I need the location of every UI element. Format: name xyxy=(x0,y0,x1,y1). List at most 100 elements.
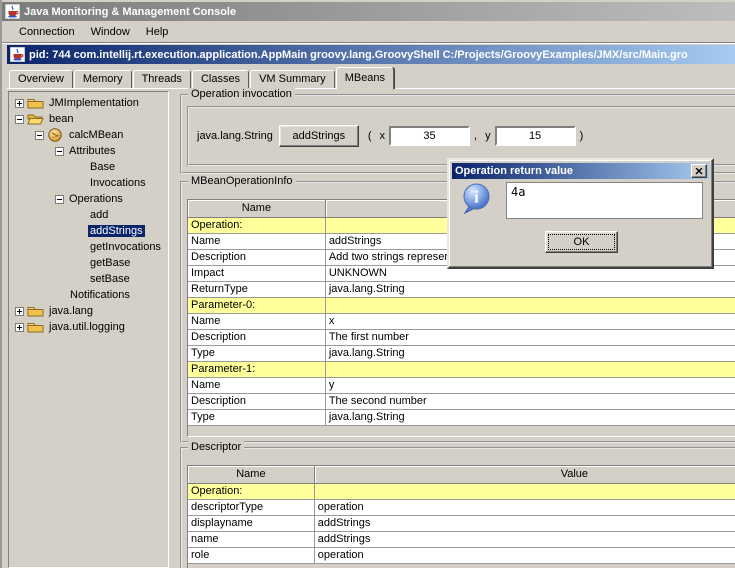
cell-value[interactable]: addStrings xyxy=(314,531,735,547)
cell-value[interactable]: java.lang.String xyxy=(325,281,735,297)
table-row[interactable]: Typejava.lang.String xyxy=(188,409,735,425)
tree-toggle-collapse-icon[interactable] xyxy=(15,115,24,124)
tree-item-bean[interactable]: bean xyxy=(9,111,168,127)
tree-item-calcMBean[interactable]: calcMBean xyxy=(9,127,168,143)
connection-titlebar[interactable]: pid: 744 com.intellij.rt.execution.appli… xyxy=(7,45,735,64)
window-titlebar[interactable]: Java Monitoring & Management Console xyxy=(2,2,735,21)
descriptor-group: Descriptor NameValueOperation:descriptor… xyxy=(180,447,735,568)
tree-item-java.lang[interactable]: java.lang xyxy=(9,303,168,319)
tree-item-Invocations[interactable]: Invocations xyxy=(9,175,168,191)
cell-name[interactable]: Description xyxy=(188,393,325,409)
cell-name[interactable]: Name xyxy=(188,233,325,249)
tree-item-JMImplementation[interactable]: JMImplementation xyxy=(9,95,168,111)
param-name-x: x xyxy=(380,130,386,142)
tree-item-label: java.lang xyxy=(47,305,95,317)
cell-name[interactable]: Parameter-1: xyxy=(188,361,325,377)
table-row[interactable]: displaynameaddStrings xyxy=(188,515,735,531)
cell-name[interactable]: Type xyxy=(188,409,325,425)
cell-name[interactable]: descriptorType xyxy=(188,499,314,515)
tree-item-Base[interactable]: Base xyxy=(9,159,168,175)
cell-value[interactable]: The second number xyxy=(325,393,735,409)
table-row[interactable]: descriptorTypeoperation xyxy=(188,499,735,515)
tree-item-add[interactable]: add xyxy=(9,207,168,223)
tree-item-Notifications[interactable]: Notifications xyxy=(9,287,168,303)
cell-value[interactable]: addStrings xyxy=(314,515,735,531)
cell-name[interactable]: role xyxy=(188,547,314,563)
tab-bar: OverviewMemoryThreadsClassesVM SummaryMB… xyxy=(7,64,735,88)
table-row[interactable]: roleoperation xyxy=(188,547,735,563)
table-row[interactable]: Parameter-1: xyxy=(188,361,735,377)
column-header-name[interactable]: Name xyxy=(188,466,314,483)
tab-mbeans[interactable]: MBeans xyxy=(336,67,394,89)
cell-name[interactable]: Impact xyxy=(188,265,325,281)
tab-memory[interactable]: Memory xyxy=(74,70,132,88)
tab-overview[interactable]: Overview xyxy=(9,70,73,88)
cell-value[interactable] xyxy=(325,361,735,377)
table-row[interactable]: Namex xyxy=(188,313,735,329)
tree-toggle-collapse-icon[interactable] xyxy=(35,131,44,140)
dialog-titlebar[interactable]: Operation return value xyxy=(452,163,709,179)
cell-name[interactable]: Description xyxy=(188,329,325,345)
cell-value[interactable]: x xyxy=(325,313,735,329)
cell-value[interactable]: y xyxy=(325,377,735,393)
table-row[interactable]: Operation: xyxy=(188,483,735,499)
tab-threads[interactable]: Threads xyxy=(133,70,191,88)
table-row[interactable]: nameaddStrings xyxy=(188,531,735,547)
mbean-tree: JMImplementation bean calcMBeanAttributesB… xyxy=(8,91,169,568)
tree-item-Operations[interactable]: Operations xyxy=(9,191,168,207)
cell-name[interactable]: Name xyxy=(188,313,325,329)
table-row[interactable]: Namey xyxy=(188,377,735,393)
param-input-x[interactable] xyxy=(389,126,470,146)
tree-toggle-collapse-icon[interactable] xyxy=(55,147,64,156)
cell-name[interactable]: displayname xyxy=(188,515,314,531)
tree-item-label: bean xyxy=(47,113,75,125)
table-row[interactable]: DescriptionThe second number xyxy=(188,393,735,409)
menu-item-window[interactable]: Window xyxy=(83,24,138,40)
param-input-y[interactable] xyxy=(495,126,576,146)
table-row[interactable]: DescriptionThe first number xyxy=(188,329,735,345)
tab-classes[interactable]: Classes xyxy=(192,70,249,88)
return-value-field[interactable]: 4a xyxy=(506,182,703,219)
connection-title: pid: 744 com.intellij.rt.execution.appli… xyxy=(29,49,688,61)
dialog-close-icon[interactable] xyxy=(691,164,707,178)
tree-toggle-expand-icon[interactable] xyxy=(15,323,24,332)
cell-name[interactable]: Type xyxy=(188,345,325,361)
tree-item-getBase[interactable]: getBase xyxy=(9,255,168,271)
cell-value[interactable]: operation xyxy=(314,547,735,563)
menubar: ConnectionWindowHelp xyxy=(2,21,735,43)
tree-item-getInvocations[interactable]: getInvocations xyxy=(9,239,168,255)
ok-button[interactable]: OK xyxy=(545,231,618,253)
cell-value[interactable]: The first number xyxy=(325,329,735,345)
cell-name[interactable]: name xyxy=(188,531,314,547)
cell-value[interactable]: java.lang.String xyxy=(325,345,735,361)
addstrings-invoke-button[interactable]: addStrings xyxy=(279,125,359,147)
column-header-value[interactable]: Value xyxy=(314,466,735,483)
tab-vm-summary[interactable]: VM Summary xyxy=(250,70,335,88)
cell-name[interactable]: Name xyxy=(188,377,325,393)
table-row[interactable]: Parameter-0: xyxy=(188,297,735,313)
tree-item-setBase[interactable]: setBase xyxy=(9,271,168,287)
cell-value[interactable] xyxy=(325,297,735,313)
table-row[interactable]: ReturnTypejava.lang.String xyxy=(188,281,735,297)
cell-value[interactable]: java.lang.String xyxy=(325,409,735,425)
cell-name[interactable]: Description xyxy=(188,249,325,265)
cell-name[interactable]: ReturnType xyxy=(188,281,325,297)
tree-item-label: JMImplementation xyxy=(47,97,141,109)
tree-item-Attributes[interactable]: Attributes xyxy=(9,143,168,159)
mbean-operation-info-title: MBeanOperationInfo xyxy=(188,175,296,187)
tree-item-addStrings[interactable]: addStrings xyxy=(9,223,168,239)
menu-item-help[interactable]: Help xyxy=(138,24,177,40)
column-header-name[interactable]: Name xyxy=(188,200,325,217)
cell-name[interactable]: Operation: xyxy=(188,217,325,233)
cell-name[interactable]: Parameter-0: xyxy=(188,297,325,313)
cell-name[interactable]: Operation: xyxy=(188,483,314,499)
table-row[interactable]: Typejava.lang.String xyxy=(188,345,735,361)
menu-item-connection[interactable]: Connection xyxy=(11,24,83,40)
tree-item-java.util.logging[interactable]: java.util.logging xyxy=(9,319,168,335)
tree-toggle-expand-icon[interactable] xyxy=(15,307,24,316)
tree-toggle-expand-icon[interactable] xyxy=(15,99,24,108)
tree-toggle-collapse-icon[interactable] xyxy=(55,195,64,204)
tree-item-label: Invocations xyxy=(88,177,148,189)
cell-value[interactable] xyxy=(314,483,735,499)
cell-value[interactable]: operation xyxy=(314,499,735,515)
